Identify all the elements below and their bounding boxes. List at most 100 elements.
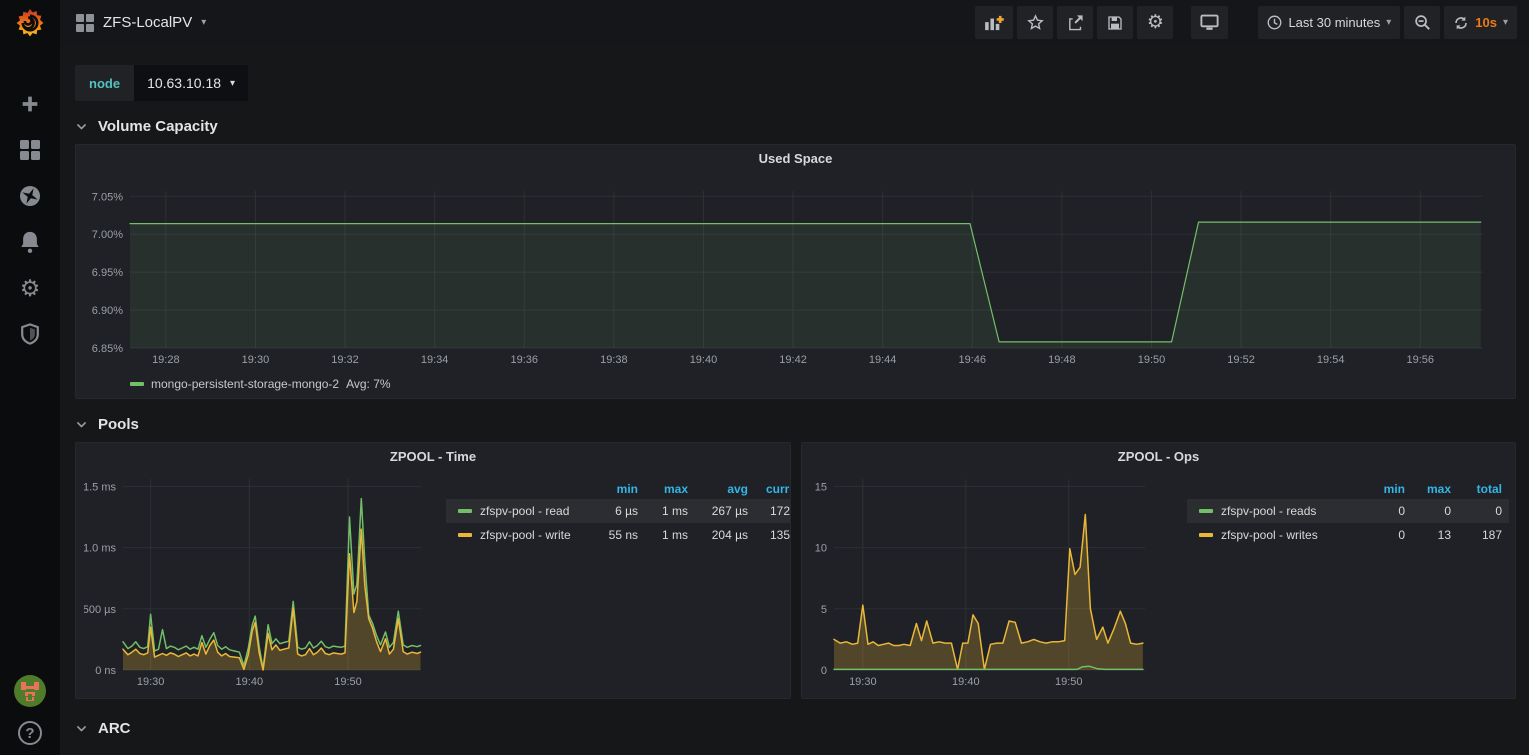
create-plus-icon[interactable]: [18, 92, 42, 116]
time-range-picker[interactable]: Last 30 minutes ▾: [1258, 6, 1400, 39]
legend-header-row: min max avg current: [446, 479, 790, 499]
share-button[interactable]: [1057, 6, 1093, 39]
col-max: max: [646, 479, 696, 499]
row-arc[interactable]: ARC: [75, 713, 1516, 743]
col-max: max: [1413, 479, 1459, 499]
row-pools[interactable]: Pools: [75, 409, 1516, 439]
star-button[interactable]: [1017, 6, 1053, 39]
svg-text:7.05%: 7.05%: [92, 191, 123, 203]
dashboard-settings-button[interactable]: ⚙: [1137, 6, 1173, 39]
zoom-out-button[interactable]: [1404, 6, 1440, 39]
row-title: Pools: [98, 416, 139, 433]
svg-text:19:30: 19:30: [849, 676, 877, 688]
explore-compass-icon[interactable]: [18, 184, 42, 208]
svg-text:15: 15: [815, 481, 827, 493]
sidebar-menu: ⚙: [18, 92, 42, 346]
col-min: min: [596, 479, 646, 499]
navbar-actions: ⚙ Last 30 minutes ▾: [971, 6, 1517, 39]
title-caret-icon: ▾: [201, 17, 206, 28]
series-swatch-yellow: [1199, 533, 1213, 537]
save-button[interactable]: [1097, 6, 1133, 39]
svg-text:7.00%: 7.00%: [92, 229, 123, 241]
svg-text:19:50: 19:50: [334, 676, 362, 688]
add-panel-button[interactable]: [975, 6, 1013, 39]
help-icon[interactable]: ?: [18, 721, 42, 745]
dashboard-title: ZFS-LocalPV: [103, 14, 192, 31]
legend-row-read[interactable]: zfspv-pool - read 6 µs 1 ms 267 µs 172: [446, 499, 790, 523]
svg-text:6.90%: 6.90%: [92, 305, 123, 317]
svg-text:6.95%: 6.95%: [92, 267, 123, 279]
svg-text:19:44: 19:44: [869, 354, 897, 366]
svg-text:19:50: 19:50: [1138, 354, 1166, 366]
svg-text:19:34: 19:34: [421, 354, 449, 366]
svg-text:19:28: 19:28: [152, 354, 180, 366]
panel-title[interactable]: ZPOOL - Ops: [802, 443, 1515, 469]
server-admin-shield-icon[interactable]: [18, 322, 42, 346]
cycle-view-button[interactable]: [1191, 6, 1228, 39]
clock-icon: [1267, 15, 1282, 30]
settings-gear-icon: ⚙: [1147, 13, 1164, 32]
chevron-down-icon: [75, 418, 88, 431]
pools-panel-row: ZPOOL - Time 19:3019:4019:500 ns500 µs1.…: [75, 442, 1516, 699]
svg-text:19:38: 19:38: [600, 354, 628, 366]
panel-zpool-ops: ZPOOL - Ops 19:3019:4019:50051015 min ma…: [801, 442, 1516, 699]
svg-text:19:56: 19:56: [1407, 354, 1435, 366]
svg-text:19:42: 19:42: [779, 354, 807, 366]
legend-row-writes[interactable]: zfspv-pool - writes 0 13 187: [1187, 523, 1509, 547]
zpool-time-legend-table: min max avg current zfspv-pool - read 6 …: [446, 479, 790, 690]
grafana-dashboard: ⚙ ?: [0, 0, 1529, 755]
svg-text:19:40: 19:40: [952, 676, 980, 688]
variable-value-dropdown[interactable]: 10.63.10.18 ▾: [134, 65, 248, 101]
svg-text:0: 0: [821, 665, 827, 677]
dashboards-icon[interactable]: [18, 138, 42, 162]
svg-text:19:30: 19:30: [242, 354, 270, 366]
panel-used-space: Used Space 19:2819:3019:3219:3419:3619:3…: [75, 144, 1516, 399]
svg-text:1.5 ms: 1.5 ms: [84, 481, 116, 493]
svg-text:0 ns: 0 ns: [95, 665, 116, 677]
top-navbar: ZFS-LocalPV ▾: [60, 0, 1529, 45]
used-space-graph[interactable]: 19:2819:3019:3219:3419:3619:3819:4019:42…: [84, 171, 1507, 366]
svg-text:19:36: 19:36: [510, 354, 538, 366]
zpool-ops-legend-table: min max total zfspv-pool - reads 0 0 0: [1187, 479, 1509, 690]
dashboard-squares-icon: [76, 14, 94, 32]
alerting-bell-icon[interactable]: [18, 230, 42, 254]
refresh-interval-label: 10s: [1475, 15, 1497, 30]
refresh-picker[interactable]: 10s ▾: [1444, 6, 1517, 39]
variable-caret-icon: ▾: [230, 78, 235, 89]
panel-zpool-time: ZPOOL - Time 19:3019:4019:500 ns500 µs1.…: [75, 442, 791, 699]
grafana-logo-icon[interactable]: [13, 6, 47, 40]
used-space-legend[interactable]: mongo-persistent-storage-mongo-2 Avg: 7%: [130, 377, 391, 391]
series-swatch-green: [130, 382, 144, 386]
dashboard-content: node 10.63.10.18 ▾ Volume Capacity Used …: [60, 45, 1529, 755]
zpool-time-graph[interactable]: 19:3019:4019:500 ns500 µs1.0 ms1.5 ms: [84, 469, 446, 692]
refresh-caret-icon: ▾: [1503, 17, 1508, 28]
svg-text:19:54: 19:54: [1317, 354, 1345, 366]
svg-text:6.85%: 6.85%: [92, 343, 123, 355]
col-total: total: [1459, 479, 1509, 499]
legend-header-row: min max total: [1187, 479, 1509, 499]
configuration-gear-icon[interactable]: ⚙: [18, 276, 42, 300]
panel-title[interactable]: Used Space: [76, 145, 1515, 171]
series-label: mongo-persistent-storage-mongo-2: [151, 377, 339, 391]
svg-text:19:40: 19:40: [690, 354, 718, 366]
chevron-down-icon: [75, 120, 88, 133]
legend-row-reads[interactable]: zfspv-pool - reads 0 0 0: [1187, 499, 1509, 523]
zpool-ops-graph[interactable]: 19:3019:4019:50051015: [810, 469, 1187, 692]
dashboard-title-group[interactable]: ZFS-LocalPV ▾: [76, 14, 206, 32]
svg-text:10: 10: [815, 543, 827, 555]
template-variables: node 10.63.10.18 ▾: [75, 65, 1516, 101]
row-volume-capacity[interactable]: Volume Capacity: [75, 111, 1516, 141]
series-avg-value: Avg: 7%: [346, 377, 390, 391]
svg-text:19:40: 19:40: [236, 676, 264, 688]
col-avg: avg: [696, 479, 756, 499]
svg-text:19:46: 19:46: [958, 354, 986, 366]
user-avatar[interactable]: [14, 675, 46, 707]
panel-title[interactable]: ZPOOL - Time: [76, 443, 790, 469]
legend-row-write[interactable]: zfspv-pool - write 55 ns 1 ms 204 µs 135: [446, 523, 790, 547]
sidebar-bottom: ?: [14, 675, 46, 745]
svg-text:1.0 ms: 1.0 ms: [84, 543, 116, 555]
svg-text:19:52: 19:52: [1227, 354, 1255, 366]
svg-text:19:48: 19:48: [1048, 354, 1076, 366]
svg-text:19:30: 19:30: [137, 676, 165, 688]
row-title: ARC: [98, 720, 131, 737]
